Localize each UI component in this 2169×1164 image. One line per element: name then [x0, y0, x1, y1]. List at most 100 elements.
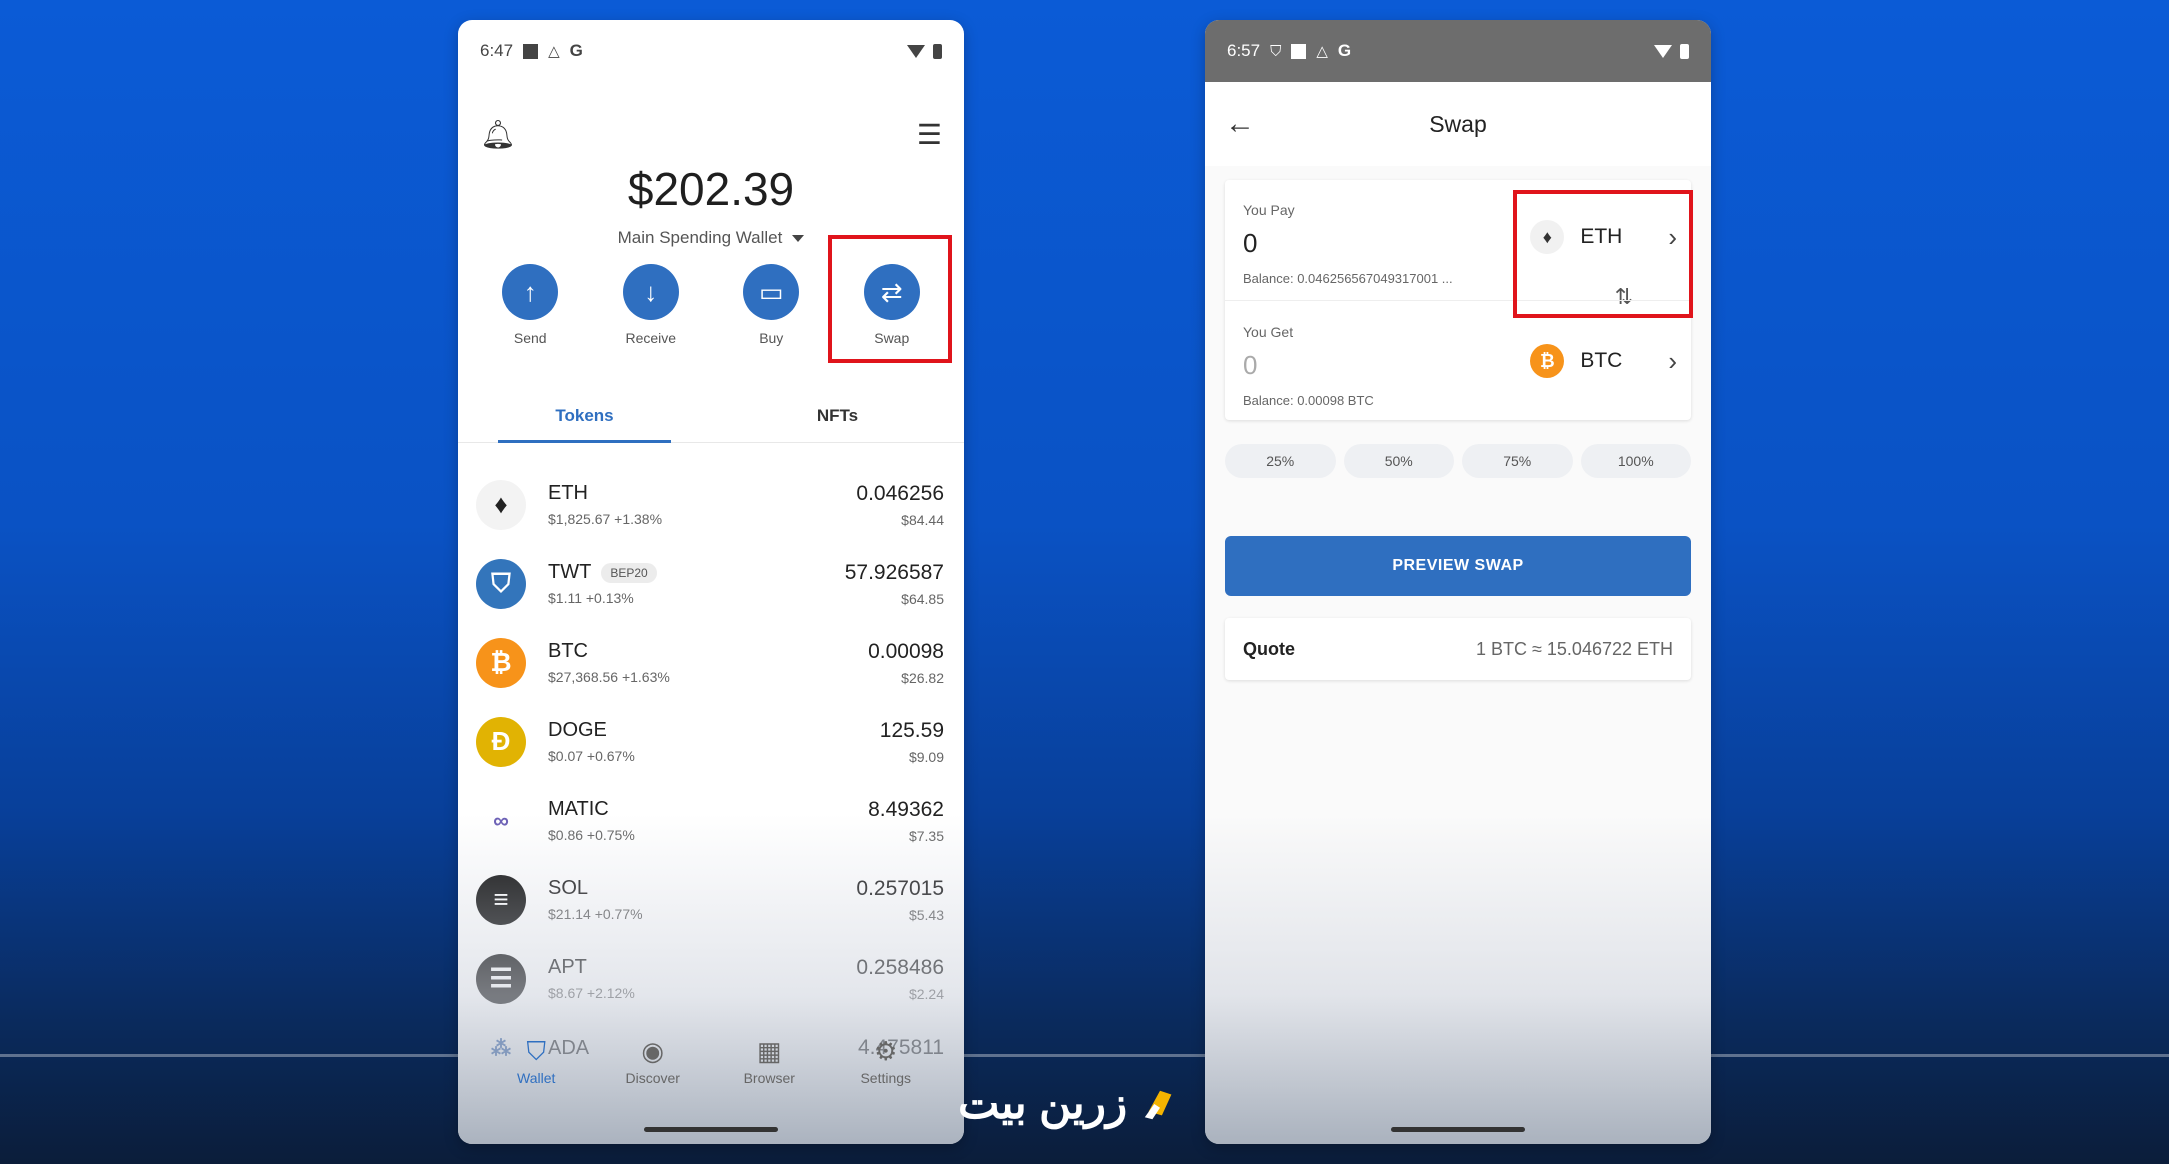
nav-label: Settings	[860, 1070, 912, 1086]
you-pay-field[interactable]: You Pay 0 Balance: 0.046256567049317001 …	[1243, 202, 1453, 286]
token-quantity: 0.257015	[856, 876, 944, 900]
nav-discover[interactable]: ◉ Discover	[598, 1036, 708, 1086]
token-price: $0.86 +0.75%	[548, 827, 635, 843]
compass-icon: ◉	[641, 1036, 665, 1066]
apt-icon: ☰	[476, 953, 526, 1004]
token-row-btc[interactable]: ₿ BTC $27,368.56 +1.63% 0.00098 $26.82	[476, 623, 944, 702]
quote-label: Quote	[1243, 638, 1295, 659]
send-label: Send	[513, 330, 547, 346]
percent-75-button[interactable]: 75%	[1462, 444, 1573, 478]
btc-icon: ₿	[1530, 344, 1565, 378]
token-quantity: 0.00098	[868, 639, 944, 663]
get-asset-selector[interactable]: ₿ BTC ›	[1530, 344, 1677, 378]
notification-square-icon	[1291, 43, 1307, 59]
battery-icon	[1680, 43, 1689, 59]
wallet-name-label: Main Spending Wallet	[617, 228, 783, 247]
token-usd-value: $84.44	[901, 511, 944, 528]
token-usd-value: $64.85	[901, 590, 944, 607]
token-price: $1.11 +0.13%	[548, 590, 634, 606]
doge-icon: Ð	[476, 716, 526, 767]
token-symbol: BTC	[548, 640, 588, 662]
status-time: 6:47	[480, 41, 514, 60]
token-row-eth[interactable]: ♦ ETH $1,825.67 +1.38% 0.046256 $84.44	[476, 465, 944, 544]
filter-sliders-icon[interactable]: ☰	[917, 118, 942, 151]
percent-50-button[interactable]: 50%	[1343, 444, 1454, 478]
token-price: $27,368.56 +1.63%	[548, 669, 670, 685]
token-price: $8.67 +2.12%	[548, 985, 635, 1001]
token-symbol: SOL	[548, 877, 589, 899]
token-usd-value: $26.82	[901, 669, 944, 686]
token-usd-value: $5.43	[908, 906, 944, 923]
token-row-matic[interactable]: ∞ MATIC $0.86 +0.75% 8.49362 $7.35	[476, 781, 944, 860]
token-symbol: ETH	[548, 482, 588, 504]
tab-tokens[interactable]: Tokens	[458, 398, 711, 443]
percent-25-button[interactable]: 25%	[1225, 444, 1336, 478]
nav-label: Discover	[625, 1070, 680, 1086]
receive-label: Receive	[625, 330, 677, 346]
eth-icon: ♦	[476, 479, 526, 530]
token-price: $21.14 +0.77%	[548, 906, 643, 922]
token-price: $1,825.67 +1.38%	[548, 511, 663, 527]
token-symbol: TWT	[548, 561, 592, 583]
matic-icon: ∞	[476, 795, 526, 846]
percent-options: 25% 50% 75% 100%	[1225, 444, 1691, 478]
tab-nfts[interactable]: NFTs	[711, 398, 964, 442]
total-balance: $202.39	[627, 163, 795, 215]
token-quantity: 125.59	[879, 718, 944, 742]
you-get-input[interactable]: 0	[1243, 350, 1374, 381]
token-row-doge[interactable]: Ð DOGE $0.07 +0.67% 125.59 $9.09	[476, 702, 944, 781]
sol-icon: ≡	[476, 874, 526, 925]
arrow-up-icon: ↑	[502, 264, 559, 320]
quote-card: Quote 1 BTC ≈ 15.046722 ETH	[1225, 618, 1691, 680]
caret-down-icon	[792, 235, 805, 243]
home-indicator[interactable]	[1391, 1127, 1525, 1132]
token-usd-value: $9.09	[908, 748, 944, 765]
back-arrow-icon[interactable]: ←	[1225, 107, 1255, 141]
brand-name: زرین بیت	[958, 1079, 1128, 1128]
preview-swap-button[interactable]: PREVIEW SWAP	[1225, 536, 1691, 596]
arrow-down-icon: ↓	[622, 264, 679, 320]
token-quantity: 0.046256	[856, 481, 944, 505]
horizon-line	[0, 1054, 2169, 1057]
nav-browser[interactable]: ▦ Browser	[714, 1036, 824, 1086]
buy-label: Buy	[759, 330, 784, 346]
nav-label: Wallet	[517, 1070, 556, 1086]
swap-screen: 6:57 ⛉ △ G ← Swap You Pay 0 Balance: 0.0…	[1205, 20, 1711, 1144]
token-row-sol[interactable]: ≡ SOL $21.14 +0.77% 0.257015 $5.43	[476, 860, 944, 939]
battery-icon	[933, 43, 942, 59]
page-title: Swap	[1429, 110, 1487, 137]
token-row-apt[interactable]: ☰ APT $8.67 +2.12% 0.258486 $2.24	[476, 939, 944, 1018]
nav-settings[interactable]: ⚙ Settings	[831, 1036, 941, 1086]
buy-button[interactable]: ▭ Buy	[716, 264, 826, 346]
gear-icon: ⚙	[874, 1036, 898, 1066]
nav-label: Browser	[743, 1070, 795, 1086]
drive-icon: △	[1316, 43, 1328, 60]
you-pay-input[interactable]: 0	[1243, 228, 1453, 259]
home-indicator[interactable]	[644, 1127, 778, 1132]
eth-highlight-box	[1513, 190, 1693, 318]
token-quantity: 0.258486	[856, 955, 944, 979]
pay-balance: Balance: 0.046256567049317001 ...	[1243, 271, 1453, 286]
token-symbol: DOGE	[548, 719, 607, 741]
token-symbol: APT	[548, 956, 587, 978]
status-bar: 6:47 △ G	[458, 20, 964, 82]
send-button[interactable]: ↑ Send	[475, 264, 585, 346]
card-icon: ▭	[743, 264, 800, 320]
token-row-twt[interactable]: ⛉ TWT BEP20 $1.11 +0.13% 57.926587 $64.85	[476, 544, 944, 623]
receive-button[interactable]: ↓ Receive	[596, 264, 706, 346]
swap-highlight-box	[828, 235, 952, 363]
network-chip: BEP20	[601, 562, 657, 583]
get-balance: Balance: 0.00098 BTC	[1243, 393, 1374, 408]
google-icon: G	[1337, 41, 1352, 60]
bell-icon[interactable]: 🔔︎	[480, 118, 516, 151]
get-asset-symbol: BTC	[1580, 349, 1623, 372]
shield-icon: ⛉	[526, 1036, 546, 1066]
percent-100-button[interactable]: 100%	[1580, 444, 1691, 478]
nav-wallet[interactable]: ⛉ Wallet	[481, 1036, 591, 1086]
twt-shield-icon: ⛉	[476, 558, 526, 609]
bottom-fade	[1205, 814, 1711, 1144]
google-icon: G	[569, 41, 583, 60]
status-bar: 6:57 ⛉ △ G	[1205, 20, 1711, 82]
you-get-field[interactable]: You Get 0 Balance: 0.00098 BTC	[1243, 324, 1374, 408]
notification-square-icon	[523, 43, 539, 59]
